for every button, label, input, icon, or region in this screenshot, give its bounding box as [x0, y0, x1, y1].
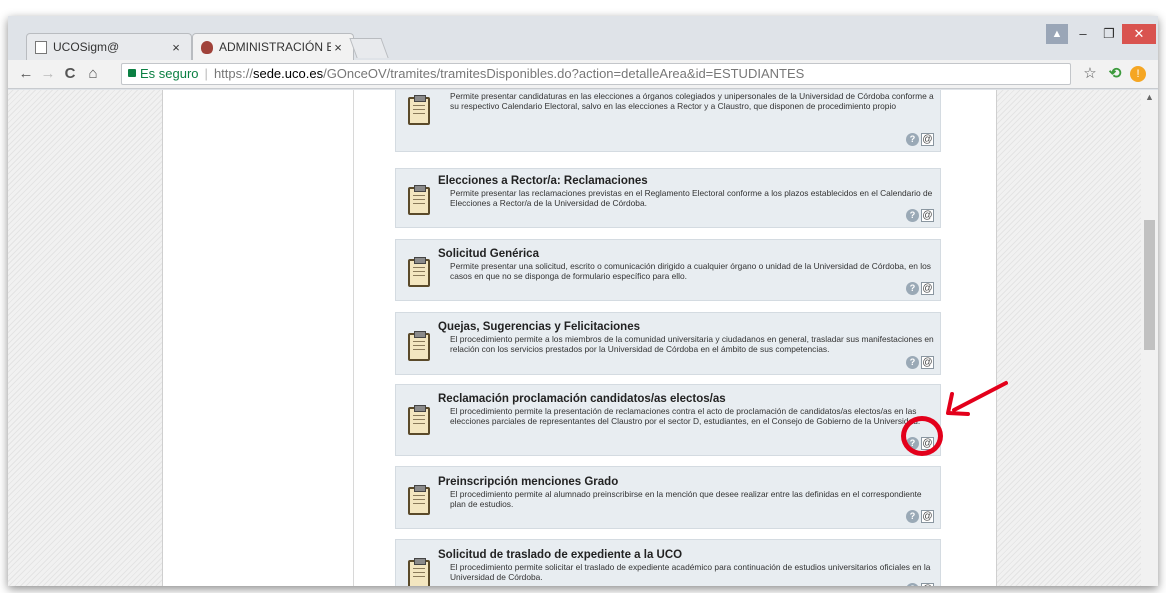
page-icon — [35, 40, 47, 54]
clipboard-icon — [408, 331, 430, 361]
help-icon[interactable]: ? — [906, 583, 919, 586]
page-content: Permite presentar candidaturas en las el… — [162, 90, 997, 586]
procedure-description: El procedimiento permite solicitar el tr… — [450, 562, 931, 582]
clipboard-icon — [408, 95, 430, 125]
procedure-card: Solicitud Genérica Permite presentar una… — [395, 239, 941, 301]
url-scheme: https:// — [213, 66, 253, 81]
procedure-card: Elecciones a Rector/a: Reclamaciones Per… — [395, 168, 941, 228]
scrollbar-thumb[interactable] — [1144, 220, 1155, 350]
callout-arrow-icon — [946, 381, 1008, 416]
help-icon[interactable]: ? — [906, 209, 919, 222]
clipboard-icon — [408, 185, 430, 215]
clipboard-icon — [408, 405, 430, 435]
shield-icon — [201, 40, 213, 54]
secure-label: Es seguro — [140, 66, 199, 81]
help-icon[interactable]: ? — [906, 133, 919, 146]
procedure-card: Solicitud de traslado de expediente a la… — [395, 539, 941, 586]
online-request-icon[interactable]: @ — [921, 510, 934, 523]
online-request-icon[interactable]: @ — [921, 133, 934, 146]
new-tab-button[interactable] — [349, 38, 389, 58]
close-window-button[interactable]: ✕ — [1122, 24, 1156, 44]
page-viewport: Permite presentar candidaturas en las el… — [8, 90, 1141, 586]
procedure-title[interactable]: Preinscripción menciones Grado — [438, 476, 618, 488]
minimize-button[interactable]: – — [1070, 24, 1096, 44]
procedure-description: Permite presentar candidaturas en las el… — [450, 91, 934, 111]
close-icon[interactable]: × — [331, 40, 345, 55]
url-path: /GOnceOV/tramites/tramitesDisponibles.do… — [323, 66, 805, 81]
online-request-icon[interactable]: @ — [921, 356, 934, 369]
procedure-card: Quejas, Sugerencias y Felicitaciones El … — [395, 312, 941, 375]
clipboard-icon — [408, 257, 430, 287]
forward-button[interactable]: → — [38, 64, 58, 84]
lock-icon — [128, 69, 136, 77]
procedure-description: El procedimiento permite a los miembros … — [450, 334, 934, 354]
procedure-title[interactable]: Solicitud Genérica — [438, 248, 539, 260]
procedure-description: El procedimiento permite la presentación… — [450, 406, 921, 426]
help-icon[interactable]: ? — [906, 356, 919, 369]
url-host: sede.uco.es — [252, 66, 324, 81]
procedure-title[interactable]: Reclamación proclamación candidatos/as e… — [438, 393, 726, 405]
online-request-icon[interactable]: @ — [921, 583, 934, 586]
maximize-button[interactable]: ❐ — [1096, 24, 1122, 44]
clipboard-icon — [408, 485, 430, 515]
tab-ucosigma[interactable]: UCOSigm@ × — [26, 33, 192, 60]
tab-title: UCOSigm@ — [53, 40, 120, 54]
clipboard-icon — [408, 558, 430, 586]
procedure-description: Permite presentar las reclamaciones prev… — [450, 188, 933, 208]
procedure-title[interactable]: Solicitud de traslado de expediente a la… — [438, 549, 682, 561]
browser-toolbar: ← → C ⌂ Es seguro | https://sede.uco.es/GO… — [8, 60, 1158, 89]
tab-administracion[interactable]: ADMINISTRACIÓN ELECT × — [192, 33, 354, 60]
back-button[interactable]: ← — [16, 64, 36, 84]
procedure-title[interactable]: Quejas, Sugerencias y Felicitaciones — [438, 321, 640, 333]
close-icon[interactable]: × — [169, 40, 183, 55]
bookmark-star-icon[interactable]: ☆ — [1080, 64, 1100, 84]
extension-icon[interactable]: ⟲ — [1105, 64, 1125, 84]
help-icon[interactable]: ? — [906, 510, 919, 523]
home-button[interactable]: ⌂ — [83, 64, 103, 84]
online-request-icon[interactable]: @ — [921, 282, 934, 295]
address-bar[interactable]: Es seguro | https://sede.uco.es/GOnceOV/tr… — [121, 63, 1071, 85]
online-request-icon[interactable]: @ — [921, 209, 934, 222]
scroll-up-arrow-icon[interactable]: ▲ — [1145, 92, 1154, 102]
procedure-title[interactable]: Elecciones a Rector/a: Reclamaciones — [438, 175, 648, 187]
procedure-description: El procedimiento permite al alumnado pre… — [450, 489, 922, 509]
reload-button[interactable]: C — [60, 64, 80, 84]
highlight-circle — [901, 416, 943, 456]
tab-title: ADMINISTRACIÓN ELECT — [219, 40, 331, 54]
user-icon[interactable]: ▲ — [1046, 24, 1068, 44]
tab-bar: UCOSigm@ × ADMINISTRACIÓN ELECT × ▲ – ❐ … — [8, 16, 1158, 60]
procedure-card: Reclamación proclamación candidatos/as e… — [395, 384, 941, 456]
help-icon[interactable]: ? — [906, 282, 919, 295]
warning-icon[interactable]: ! — [1130, 66, 1146, 82]
procedure-card: Permite presentar candidaturas en las el… — [395, 90, 941, 152]
vertical-scrollbar[interactable]: ▲ — [1141, 90, 1158, 586]
procedure-description: Permite presentar una solicitud, escrito… — [450, 261, 931, 281]
procedure-card: Preinscripción menciones Grado El proced… — [395, 466, 941, 529]
browser-window: UCOSigm@ × ADMINISTRACIÓN ELECT × ▲ – ❐ … — [8, 16, 1158, 586]
